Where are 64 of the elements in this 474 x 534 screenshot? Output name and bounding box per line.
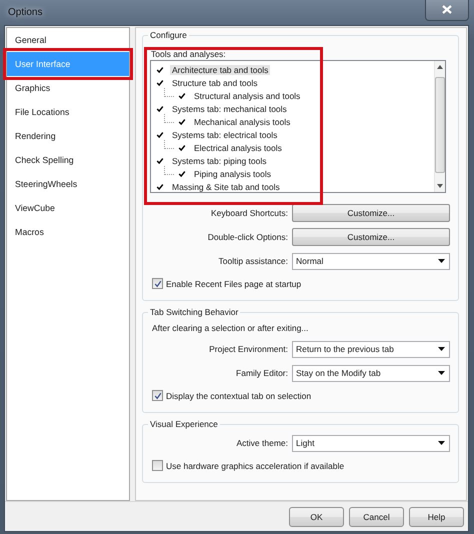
checkbox-label: Enable Recent Files page at startup: [166, 278, 302, 288]
tree-item[interactable]: Systems tab: electrical tools: [170, 130, 280, 140]
scroll-up-arrow-icon[interactable]: [437, 65, 443, 69]
field-label: Tooltip assistance:: [218, 256, 288, 266]
scroll-down-arrow-icon[interactable]: [437, 184, 443, 188]
group-title: Configure: [149, 30, 188, 40]
close-icon: [442, 5, 452, 14]
field-label: Double-click Options:: [206, 232, 288, 242]
checkbox[interactable]: [152, 390, 163, 401]
tree-item[interactable]: Systems tab: mechanical tools: [170, 104, 289, 114]
group-title: Tab Switching Behavior: [149, 307, 240, 317]
sidebar-item[interactable]: Graphics: [7, 76, 129, 100]
dropdown[interactable]: Return to the previous tab: [292, 340, 450, 358]
close-button[interactable]: [425, 0, 469, 20]
tree-item[interactable]: Architecture tab and tools: [170, 64, 270, 74]
dialog-button[interactable]: Cancel: [349, 506, 404, 526]
checkbox[interactable]: [152, 460, 163, 471]
checkbox-label: Use hardware graphics acceleration if available: [166, 460, 344, 470]
sidebar-item[interactable]: Macros: [7, 220, 129, 244]
tree-item[interactable]: Structure tab and tools: [170, 78, 260, 88]
field-label: Project Environment:: [208, 344, 288, 354]
dropdown[interactable]: Light: [292, 434, 450, 452]
tree-item[interactable]: Massing & Site tab and tools: [170, 182, 282, 192]
dropdown-arrow-icon: [438, 441, 445, 445]
sidebar-item[interactable]: File Locations: [7, 100, 129, 124]
group-title: Visual Experience: [149, 419, 219, 429]
dropdown[interactable]: Normal: [292, 252, 450, 270]
dropdown-arrow-icon: [438, 371, 445, 375]
dialog-button[interactable]: Help: [409, 506, 464, 526]
checkbox[interactable]: [176, 168, 187, 179]
checkbox[interactable]: [154, 77, 165, 88]
window-title: Options: [7, 7, 42, 18]
customize-button[interactable]: Customize...: [292, 204, 450, 222]
checkbox[interactable]: [176, 90, 187, 101]
customize-button[interactable]: Customize...: [292, 228, 450, 246]
dropdown-arrow-icon: [438, 259, 445, 263]
field-label: Family Editor:: [235, 368, 288, 378]
field-label: Active theme:: [236, 438, 288, 448]
sidebar-item[interactable]: ViewCube: [7, 196, 129, 220]
dropdown[interactable]: Stay on the Modify tab: [292, 364, 450, 382]
scrollbar[interactable]: [434, 61, 445, 192]
checkbox[interactable]: [154, 155, 165, 166]
tree-item[interactable]: Piping analysis tools: [192, 168, 274, 178]
tree-item[interactable]: Electrical analysis tools: [192, 142, 284, 152]
sidebar-item[interactable]: SteeringWheels: [7, 172, 129, 196]
checkbox[interactable]: [176, 142, 187, 153]
checkbox[interactable]: [154, 103, 165, 114]
checkbox[interactable]: [154, 64, 165, 75]
dropdown-arrow-icon: [438, 347, 445, 351]
checkbox[interactable]: [154, 129, 165, 140]
list-label: Tools and analyses:: [150, 48, 227, 60]
checkbox-label: Display the contextual tab on selection: [166, 390, 312, 400]
sidebar-item[interactable]: General: [7, 28, 129, 52]
field-label: Keyboard Shortcuts:: [210, 208, 288, 218]
section-text: After clearing a selection or after exiting...: [151, 322, 310, 335]
tree-item[interactable]: Systems tab: piping tools: [170, 156, 268, 166]
tree-item[interactable]: Mechanical analysis tools: [192, 116, 292, 126]
checkbox[interactable]: [154, 181, 165, 192]
sidebar-item[interactable]: Check Spelling: [7, 148, 129, 172]
checkbox[interactable]: [176, 116, 187, 127]
checkbox[interactable]: [152, 278, 163, 289]
tree-item[interactable]: Structural analysis and tools: [192, 90, 302, 100]
dialog-button[interactable]: OK: [289, 506, 344, 526]
sidebar-item[interactable]: Rendering: [7, 124, 129, 148]
